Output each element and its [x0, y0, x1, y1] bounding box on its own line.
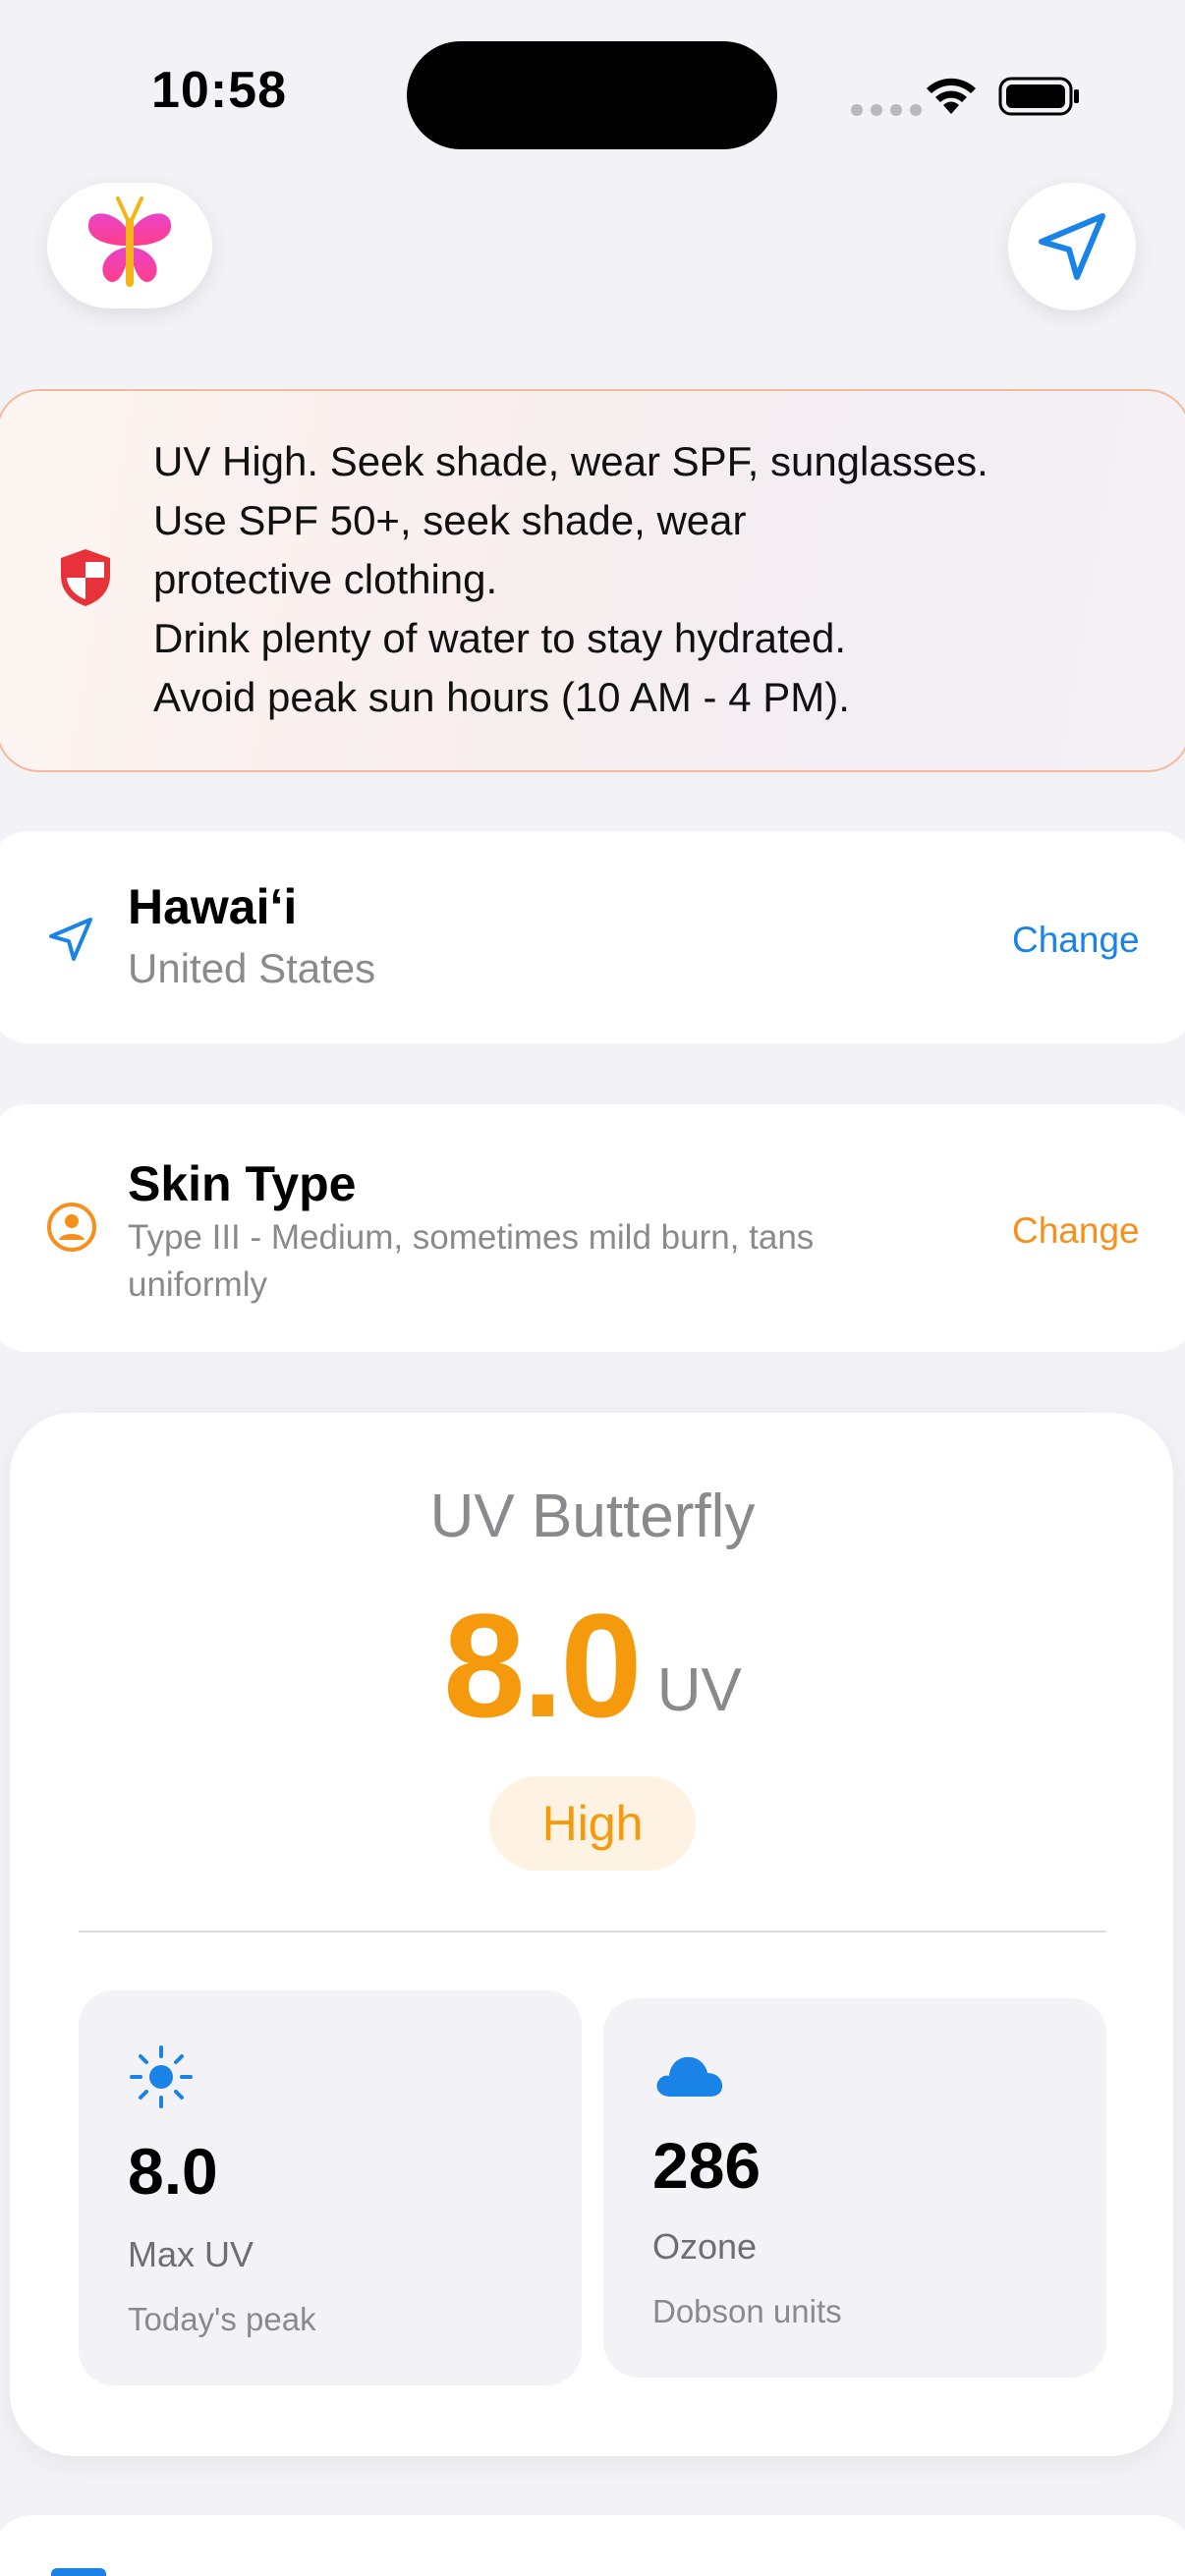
advice-line: protective clothing. [153, 556, 498, 602]
ozone-note: Dobson units [652, 2293, 842, 2329]
advice-line: Drink plenty of water to stay hydrated. [153, 615, 846, 661]
change-location-button[interactable]: Change [1012, 920, 1140, 961]
uv-card-title: UV Butterfly [429, 1483, 756, 1550]
uv-value-row: 8.0 UV [0, 1592, 1185, 1739]
max-uv-value: 8.0 [128, 2135, 218, 2208]
skin-type-description: Type III - Medium, sometimes mild burn, … [128, 1218, 815, 1304]
location-country: United States [128, 945, 376, 991]
sun-icon [128, 2044, 195, 2115]
uv-unit: UV [656, 1656, 742, 1724]
advice-line: UV High. Seek shade, wear SPF, sunglasse… [153, 438, 988, 484]
wifi-icon [924, 75, 979, 123]
location-button[interactable] [1008, 183, 1136, 310]
max-uv-note: Today's peak [128, 2301, 316, 2337]
location-arrow-icon [1039, 213, 1105, 280]
ozone-value: 286 [652, 2129, 762, 2202]
location-card[interactable] [0, 831, 1185, 1043]
shield-icon [57, 546, 114, 614]
change-skin-type-button[interactable]: Change [1012, 1210, 1140, 1252]
status-time: 10:58 [151, 62, 287, 119]
cellular-signal-icon [851, 104, 922, 116]
dynamic-island [407, 41, 777, 149]
divider [79, 1931, 1106, 1932]
battery-icon [998, 75, 1081, 123]
location-arrow-icon [45, 914, 96, 970]
skin-type-title: Skin Type [128, 1156, 357, 1211]
uv-advice-text: UV High. Seek shade, wear SPF, sunglasse… [153, 432, 988, 727]
app-logo-button[interactable] [47, 183, 212, 308]
person-circle-icon [45, 1201, 98, 1259]
uv-level-badge: High [489, 1776, 696, 1871]
next-card [0, 2515, 1185, 2576]
location-name: Hawaiʻi [128, 879, 298, 934]
advice-line: Use SPF 50+, seek shade, wear [153, 497, 747, 543]
cloud-icon [652, 2049, 725, 2105]
calendar-icon [51, 2568, 106, 2576]
max-uv-label: Max UV [128, 2234, 254, 2274]
butterfly-logo-icon [87, 196, 172, 287]
advice-line: Avoid peak sun hours (10 AM - 4 PM). [153, 674, 850, 720]
uv-index-value: 8.0 [443, 1583, 643, 1748]
ozone-label: Ozone [652, 2226, 758, 2267]
